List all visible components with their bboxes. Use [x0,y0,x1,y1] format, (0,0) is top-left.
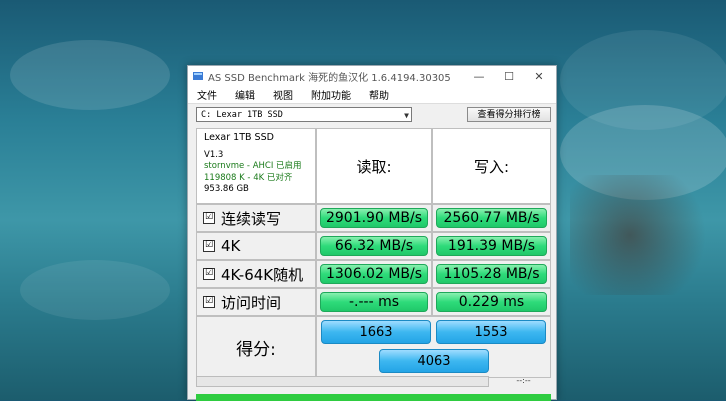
write-score: 1553 [436,320,546,344]
progress-time: --:-- [516,376,531,385]
firmware-version: V1.3 [204,149,224,160]
view-rank-button[interactable]: 查看得分排行榜 [467,107,551,122]
write-header: 写入: [432,128,551,204]
test-name: 4K-64K随机 [221,265,304,284]
read-cell: 1306.02 MB/s [316,260,432,288]
row-label[interactable]: ☑ 4K [196,232,316,260]
4k64-write-result: 1105.28 MB/s [436,264,547,284]
drive-select-value: C: Lexar 1TB SSD [201,110,283,120]
drive-capacity: 953.86 GB [204,184,249,194]
4k-read-result: 66.32 MB/s [320,236,428,256]
result-row-4k: ☑ 4K 66.32 MB/s 191.39 MB/s [196,232,551,260]
score-area: 1663 1553 4063 [316,316,551,378]
result-row-4k64: ☑ 4K-64K随机 1306.02 MB/s 1105.28 MB/s [196,260,551,288]
alignment-status: 119808 K - 4K 已对齐 [204,172,293,183]
access-write-result: 0.229 ms [436,292,547,312]
row-label[interactable]: ☑ 访问时间 [196,288,316,316]
window-title: AS SSD Benchmark 海死的鱼汉化 1.6.4194.30305 [208,72,451,84]
score-row: 得分: 1663 1553 4063 [196,316,551,378]
drive-info-panel: Lexar 1TB SSD V1.3 stornvme - AHCI 已启用 1… [196,128,316,204]
close-button[interactable]: ✕ [524,66,554,86]
menu-edit[interactable]: 编辑 [226,87,264,102]
write-cell: 2560.77 MB/s [432,204,551,232]
read-cell: 2901.90 MB/s [316,204,432,232]
4k64-read-result: 1306.02 MB/s [320,264,428,284]
maximize-button[interactable]: ☐ [494,66,524,86]
read-cell: -.--- ms [316,288,432,316]
read-score: 1663 [321,320,431,344]
drive-select[interactable]: C: Lexar 1TB SSD ▼ [196,107,412,122]
progress-bar [196,376,489,387]
checkbox[interactable]: ☑ [203,240,215,252]
read-cell: 66.32 MB/s [316,232,432,260]
title-bar[interactable]: AS SSD Benchmark 海死的鱼汉化 1.6.4194.30305 —… [188,66,556,86]
background-wave [10,40,170,110]
toolbar: C: Lexar 1TB SSD ▼ 查看得分排行榜 [188,104,556,126]
access-read-result: -.--- ms [320,292,428,312]
menu-view[interactable]: 视图 [264,87,302,102]
read-header: 读取: [316,128,432,204]
test-name: 4K [221,237,241,255]
checkbox[interactable]: ☑ [203,212,215,224]
row-label[interactable]: ☑ 连续读写 [196,204,316,232]
write-cell: 191.39 MB/s [432,232,551,260]
4k-write-result: 191.39 MB/s [436,236,547,256]
drive-model: Lexar 1TB SSD [204,132,274,143]
menu-help[interactable]: 帮助 [360,87,398,102]
chevron-down-icon: ▼ [404,111,409,120]
row-label[interactable]: ☑ 4K-64K随机 [196,260,316,288]
result-row-seq: ☑ 连续读写 2901.90 MB/s 2560.77 MB/s [196,204,551,232]
write-cell: 0.229 ms [432,288,551,316]
menu-file[interactable]: 文件 [188,87,226,102]
checkbox[interactable]: ☑ [203,268,215,280]
driver-status: stornvme - AHCI 已启用 [204,161,302,171]
seq-write-result: 2560.77 MB/s [436,208,547,228]
progress-row: --:-- [196,376,551,390]
test-name: 连续读写 [221,209,282,228]
as-ssd-window: AS SSD Benchmark 海死的鱼汉化 1.6.4194.30305 —… [187,65,557,401]
test-name: 访问时间 [221,293,282,312]
minimize-button[interactable]: — [464,66,494,86]
result-row-access: ☑ 访问时间 -.--- ms 0.229 ms [196,288,551,316]
total-score: 4063 [379,349,489,373]
write-cell: 1105.28 MB/s [432,260,551,288]
background-wave [20,260,170,320]
menu-extras[interactable]: 附加功能 [302,87,360,102]
background-swimmer [570,175,720,295]
seq-read-result: 2901.90 MB/s [320,208,428,228]
score-label: 得分: [196,316,316,378]
menu-bar: 文件 编辑 视图 附加功能 帮助 [188,86,556,104]
app-icon [193,72,203,80]
checkbox[interactable]: ☑ [203,296,215,308]
